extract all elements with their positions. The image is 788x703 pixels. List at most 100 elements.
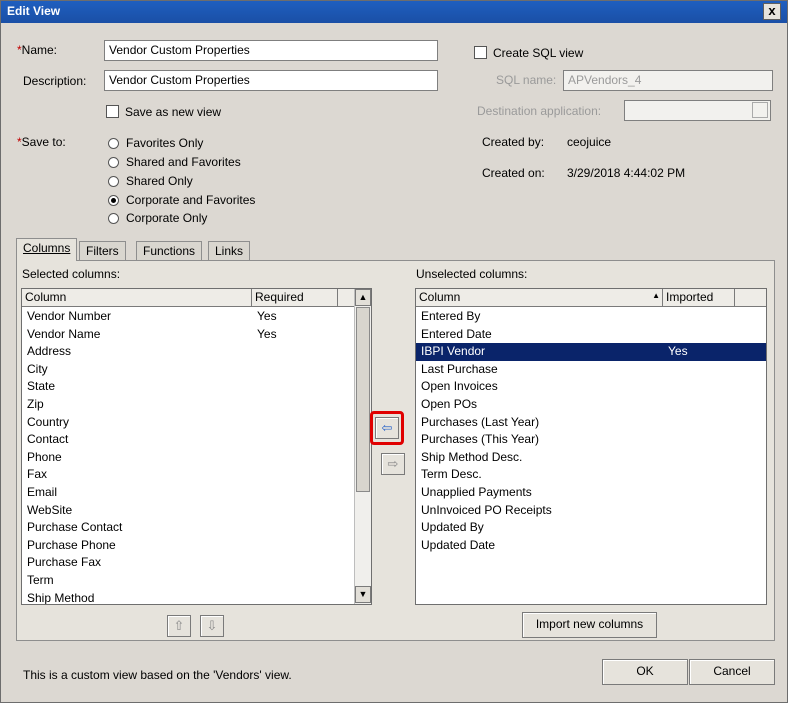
- table-row[interactable]: Updated Date: [416, 537, 766, 555]
- table-row[interactable]: Vendor Number Yes: [22, 308, 354, 326]
- table-row[interactable]: Zip: [22, 396, 354, 414]
- cell-column: Entered Date: [421, 326, 492, 341]
- created-by-value: ceojuice: [567, 135, 612, 149]
- lookup-icon: [752, 102, 768, 118]
- cell-column: Ship Method Desc.: [421, 449, 523, 464]
- save-to-radio-1[interactable]: [108, 157, 119, 168]
- table-row[interactable]: Term Desc.: [416, 466, 766, 484]
- table-row[interactable]: WebSite: [22, 502, 354, 520]
- move-right-button[interactable]: ⇨: [381, 453, 405, 475]
- selected-columns-label: Selected columns:: [22, 267, 121, 281]
- table-row[interactable]: Fax: [22, 466, 354, 484]
- save-to-radio-label: Corporate and Favorites: [126, 193, 256, 207]
- edit-view-dialog: Edit View x *Name: Vendor Custom Propert…: [0, 0, 788, 703]
- scroll-down-button[interactable]: ▼: [355, 586, 371, 603]
- cell-column: Updated By: [421, 520, 484, 535]
- table-row[interactable]: Purchases (This Year): [416, 431, 766, 449]
- cell-column: Term Desc.: [421, 467, 482, 482]
- table-row[interactable]: Contact: [22, 431, 354, 449]
- cell-column: Entered By: [421, 309, 481, 323]
- create-sql-checkbox[interactable]: [474, 46, 487, 59]
- table-row[interactable]: Term: [22, 572, 354, 590]
- tab-columns[interactable]: Columns: [16, 238, 78, 261]
- sort-ascending-icon: ▲: [652, 291, 660, 300]
- footer-text: This is a custom view based on the 'Vend…: [23, 668, 292, 682]
- table-row[interactable]: Unapplied Payments: [416, 484, 766, 502]
- selected-columns-grid[interactable]: Column Required Vendor Number Yes Vendor N…: [21, 288, 372, 605]
- cell-column: Purchase Fax: [27, 555, 102, 570]
- scroll-up-button[interactable]: ▲: [355, 289, 371, 306]
- created-on-value: 3/29/2018 4:44:02 PM: [567, 166, 686, 180]
- destination-app-input[interactable]: [624, 100, 771, 121]
- created-on-label: Created on:: [482, 166, 545, 180]
- import-new-columns-button[interactable]: Import new columns: [522, 612, 657, 638]
- selected-grid-header: Column Required: [22, 289, 355, 307]
- move-left-button[interactable]: ⇦: [375, 417, 399, 439]
- move-down-button[interactable]: ⇩: [200, 615, 224, 637]
- scroll-thumb[interactable]: [356, 307, 370, 492]
- cell-column: Contact: [27, 432, 69, 447]
- cell-column: State: [27, 379, 56, 394]
- sql-name-label: SQL name:: [496, 73, 557, 87]
- table-row[interactable]: Purchase Contact: [22, 519, 354, 537]
- table-row[interactable]: Email: [22, 484, 354, 502]
- table-row[interactable]: Country: [22, 414, 354, 432]
- move-up-button[interactable]: ⇧: [167, 615, 191, 637]
- cancel-button[interactable]: Cancel: [689, 659, 775, 685]
- cell-column: WebSite: [27, 502, 73, 517]
- header-column[interactable]: Column ▲: [416, 289, 663, 307]
- cell-column: Vendor Name: [27, 326, 101, 341]
- table-row[interactable]: Entered Date: [416, 326, 766, 344]
- table-row[interactable]: Purchase Fax: [22, 554, 354, 572]
- table-row[interactable]: Last Purchase: [416, 361, 766, 379]
- unselected-columns-grid[interactable]: Column ▲ Imported Entered By Entered Date…: [415, 288, 767, 605]
- cell-required: Yes: [257, 326, 277, 341]
- save-as-new-label: Save as new view: [125, 105, 222, 119]
- table-row[interactable]: State: [22, 378, 354, 396]
- table-row[interactable]: City: [22, 361, 354, 379]
- table-row[interactable]: Purchases (Last Year): [416, 414, 766, 432]
- save-to-radio-3[interactable]: [108, 195, 119, 206]
- tab-filters[interactable]: Filters: [79, 241, 126, 260]
- cell-column: Open POs: [421, 397, 478, 411]
- header-imported[interactable]: Imported: [663, 289, 735, 307]
- cell-column: Unapplied Payments: [421, 485, 532, 499]
- cell-column: Purchases (This Year): [421, 432, 540, 447]
- tab-functions[interactable]: Functions: [136, 241, 203, 260]
- ok-button[interactable]: OK: [602, 659, 688, 685]
- table-row[interactable]: Ship Method: [22, 590, 354, 604]
- save-to-label: *Save to:: [17, 135, 66, 149]
- description-input[interactable]: Vendor Custom Properties: [104, 70, 438, 91]
- table-row[interactable]: Entered By: [416, 308, 766, 326]
- table-row[interactable]: Vendor Name Yes: [22, 326, 354, 344]
- cell-required: Yes: [257, 309, 277, 323]
- table-row[interactable]: Purchase Phone: [22, 537, 354, 555]
- sql-name-input[interactable]: APVendors_4: [563, 70, 773, 91]
- header-required[interactable]: Required: [252, 289, 338, 307]
- table-row[interactable]: IBPI Vendor Yes: [416, 343, 766, 361]
- name-input[interactable]: Vendor Custom Properties: [104, 40, 438, 61]
- save-as-new-checkbox[interactable]: [106, 105, 119, 118]
- created-by-label: Created by:: [482, 135, 545, 149]
- cell-column: Term: [27, 573, 54, 587]
- close-button[interactable]: x: [763, 3, 781, 20]
- table-row[interactable]: Address: [22, 343, 354, 361]
- cell-column: Phone: [27, 449, 62, 464]
- tab-links[interactable]: Links: [208, 241, 251, 260]
- selected-grid-scrollbar[interactable]: ▲ ▼: [354, 289, 371, 604]
- create-sql-label: Create SQL view: [493, 46, 584, 60]
- table-row[interactable]: Open Invoices: [416, 378, 766, 396]
- table-row[interactable]: Open POs: [416, 396, 766, 414]
- table-row[interactable]: Ship Method Desc.: [416, 449, 766, 467]
- cell-column: City: [27, 361, 48, 376]
- save-to-radio-2[interactable]: [108, 176, 119, 187]
- save-to-radio-0[interactable]: [108, 138, 119, 149]
- table-row[interactable]: UnInvoiced PO Receipts: [416, 502, 766, 520]
- save-to-radio-4[interactable]: [108, 213, 119, 224]
- table-row[interactable]: Phone: [22, 449, 354, 467]
- table-row[interactable]: Updated By: [416, 519, 766, 537]
- cell-column: Updated Date: [421, 537, 496, 552]
- header-column[interactable]: Column: [22, 289, 252, 307]
- cell-column: Fax: [27, 467, 48, 482]
- cell-column: Zip: [27, 397, 44, 411]
